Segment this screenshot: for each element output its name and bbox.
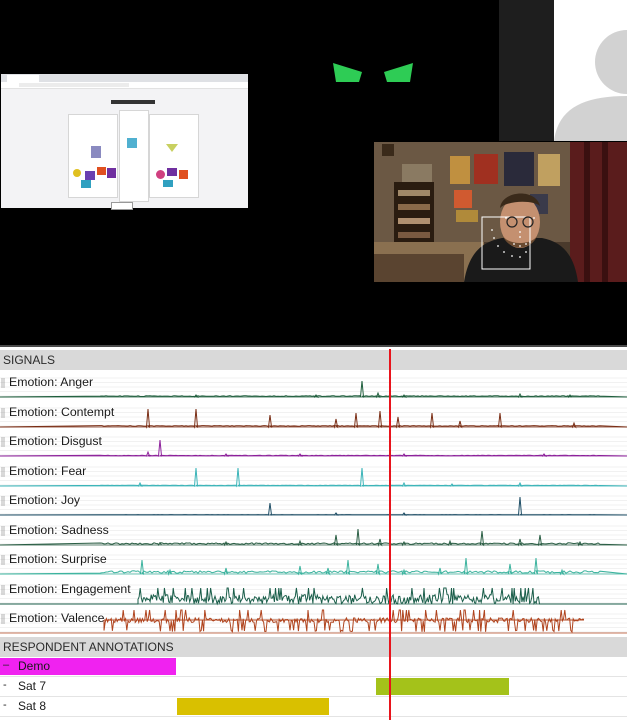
signal-row-fear[interactable]: Emotion: Fear <box>0 461 627 490</box>
shape-piece <box>163 180 173 187</box>
wall-frame <box>402 164 432 182</box>
drag-handle-icon[interactable] <box>1 555 5 565</box>
shape-piece <box>85 171 95 180</box>
shape-piece <box>127 138 137 148</box>
signal-label: Emotion: Engagement <box>9 581 131 596</box>
webcam-participant-feed <box>374 142 627 282</box>
browser-url-field <box>19 83 129 87</box>
signal-row-contempt[interactable]: Emotion: Contempt <box>0 402 627 431</box>
video-player[interactable] <box>0 0 627 347</box>
signal-label: Emotion: Contempt <box>9 404 115 419</box>
signal-label: Emotion: Surprise <box>9 552 107 566</box>
shape-piece <box>73 169 81 177</box>
annotation-row-sat8[interactable]: - Sat 8 <box>0 697 627 717</box>
signal-trace-line <box>0 496 627 516</box>
shape-piece <box>156 170 165 179</box>
signal-label: Emotion: Valence <box>9 611 105 625</box>
signal-row-sadness[interactable]: Emotion: Sadness <box>0 520 627 549</box>
poster <box>504 152 534 186</box>
signal-label: Emotion: Joy <box>9 493 81 507</box>
drag-handle-icon[interactable] <box>1 378 5 388</box>
browser-tab <box>7 75 39 82</box>
annotation-bar-sat7[interactable] <box>376 678 509 695</box>
signals-list: Emotion: Anger Emotion: Contempt Emotion: … <box>0 372 627 635</box>
signal-label: Emotion: Fear <box>9 463 87 478</box>
screen-share-thumbnail <box>1 74 248 210</box>
left-eye-shape <box>333 63 362 82</box>
drag-handle-icon[interactable] <box>1 437 5 447</box>
curtain <box>570 142 627 282</box>
green-eyes-icon <box>333 63 413 82</box>
signal-row-disgust[interactable]: Emotion: Disgust <box>0 431 627 460</box>
shape-piece <box>91 146 101 158</box>
signal-label: Emotion: Anger <box>9 375 94 389</box>
annotation-collapse-toggle[interactable]: – <box>3 659 9 671</box>
annotation-label-sat8: Sat 8 <box>18 699 47 713</box>
participant-avatar-tile <box>499 0 627 141</box>
shape-piece <box>107 168 116 178</box>
signal-row-valence[interactable]: Emotion: Valence <box>0 608 627 637</box>
signal-trace-chart <box>0 495 627 516</box>
annotation-bullet: - <box>3 699 7 711</box>
signal-row-anger[interactable]: Emotion: Anger <box>0 372 627 401</box>
annotation-row-demo[interactable]: – Demo <box>0 657 627 677</box>
webcam-scene <box>374 142 627 282</box>
drag-handle-icon[interactable] <box>1 525 5 536</box>
signals-section-title: SIGNALS <box>3 353 56 367</box>
signal-row-joy[interactable]: Emotion: Joy <box>0 490 627 519</box>
signal-trace-chart <box>0 377 627 399</box>
signal-row-surprise[interactable]: Emotion: Surprise <box>0 549 627 578</box>
annotations-section-title: RESPONDENT ANNOTATIONS <box>3 640 174 654</box>
signal-trace-line <box>103 609 585 634</box>
signal-trace-line <box>0 380 627 399</box>
shape-piece <box>167 168 177 176</box>
browser-tab-bar <box>1 74 248 82</box>
shared-page-title <box>111 100 155 104</box>
timeline-playhead[interactable] <box>389 349 391 720</box>
avatar-background <box>554 0 627 141</box>
poster <box>538 154 560 186</box>
shared-page-button <box>111 202 133 210</box>
drag-handle-icon[interactable] <box>1 466 5 477</box>
signal-label: Emotion: Disgust <box>9 434 102 448</box>
right-eye-shape <box>384 63 413 82</box>
signal-row-engagement[interactable]: Emotion: Engagement <box>0 579 627 608</box>
signal-trace-chart <box>0 466 627 488</box>
poster <box>474 154 498 184</box>
annotations-section-header[interactable]: RESPONDENT ANNOTATIONS <box>0 637 627 657</box>
shared-center-panel <box>119 110 149 202</box>
annotation-label-demo: Demo <box>18 659 51 673</box>
person-silhouette-icon <box>554 30 627 141</box>
signal-label: Emotion: Sadness <box>9 522 109 537</box>
poster <box>454 190 472 208</box>
shared-right-panel <box>149 114 199 198</box>
signal-trace-line <box>0 467 627 488</box>
wall-lamp <box>382 144 394 156</box>
poster <box>456 210 478 222</box>
panel-divider[interactable] <box>0 345 627 347</box>
drag-handle-icon[interactable] <box>1 584 5 595</box>
annotation-row-sat7[interactable]: - Sat 7 <box>0 677 627 697</box>
annotation-bullet: - <box>3 679 7 691</box>
shape-piece <box>81 180 91 188</box>
annotation-bar-sat8[interactable] <box>177 698 329 715</box>
shape-piece <box>179 170 188 179</box>
drag-handle-icon[interactable] <box>1 496 5 506</box>
shape-piece <box>97 167 106 175</box>
signals-section-header[interactable]: SIGNALS <box>0 350 627 370</box>
shape-piece <box>166 144 178 152</box>
poster <box>450 156 470 184</box>
drag-handle-icon[interactable] <box>1 407 5 418</box>
annotation-label-sat7: Sat 7 <box>18 679 47 693</box>
drag-handle-icon[interactable] <box>1 614 5 624</box>
